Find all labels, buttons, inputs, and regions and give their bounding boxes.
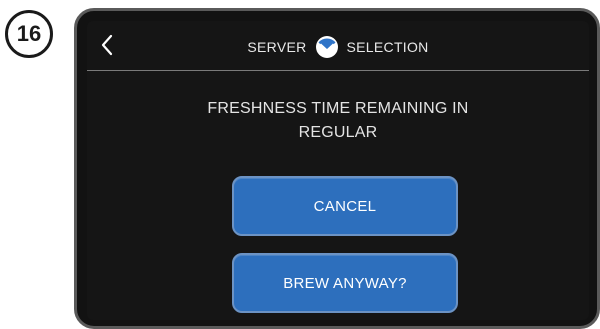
server-gauge-icon [315, 35, 339, 59]
touch-screen: SERVER SELECTION FRESHNESS TIME REMAININ… [87, 21, 589, 320]
screen-header: SERVER SELECTION [87, 21, 589, 71]
device-frame: SERVER SELECTION FRESHNESS TIME REMAININ… [74, 8, 600, 329]
cancel-button[interactable]: CANCEL [232, 176, 458, 236]
step-number: 16 [16, 21, 42, 46]
step-number-badge: 16 [5, 10, 53, 58]
header-title-selection: SELECTION [346, 39, 429, 55]
header-title: SERVER SELECTION [87, 35, 589, 59]
message-line-2: REGULAR [298, 124, 378, 141]
brew-anyway-button[interactable]: BREW ANYWAY? [232, 253, 458, 313]
message-line-1: FRESHNESS TIME REMAINING IN [207, 100, 469, 117]
freshness-message: FRESHNESS TIME REMAINING IN REGULAR [87, 97, 589, 145]
header-title-server: SERVER [247, 39, 307, 55]
